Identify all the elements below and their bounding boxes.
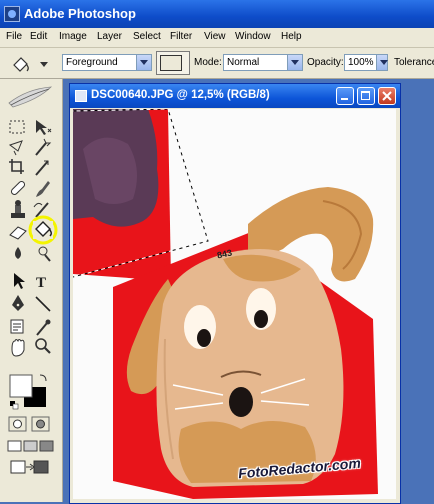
chevron-down-icon [136, 55, 151, 70]
menu-view[interactable]: View [204, 31, 226, 42]
maximize-button[interactable] [357, 87, 375, 105]
toolbox: T [0, 79, 63, 502]
options-bar: Foreground Mode: Normal Opacity: 100% To… [0, 48, 434, 79]
healing-icon[interactable] [10, 180, 26, 196]
notes-icon[interactable] [10, 319, 24, 334]
image-canvas[interactable]: 843 [73, 109, 396, 499]
svg-text:T: T [36, 275, 46, 291]
pattern-picker[interactable] [156, 51, 190, 75]
fill-source-select[interactable]: Foreground [62, 54, 152, 71]
pen-icon[interactable] [12, 295, 24, 311]
opacity-value: 100% [348, 57, 374, 68]
swap-colors-icon[interactable] [39, 374, 47, 382]
opacity-field[interactable]: 100% [344, 54, 388, 71]
fill-source-value: Foreground [66, 57, 118, 68]
chevron-down-icon [376, 55, 388, 70]
mode-value: Normal [227, 57, 260, 68]
slice-icon[interactable] [35, 160, 49, 176]
foreground-color-icon[interactable] [9, 374, 33, 398]
app-titlebar: Adobe Photoshop [0, 0, 434, 28]
paint-bucket-icon[interactable] [28, 215, 58, 245]
document-title: DSC00640.JPG @ 12,5% (RGB/8) [91, 89, 270, 101]
chevron-down-icon [287, 55, 302, 70]
paint-bucket-icon [13, 57, 48, 72]
mode-select[interactable]: Normal [223, 54, 303, 71]
menu-file[interactable]: File [6, 31, 22, 42]
photo-rabbit-toy [73, 109, 396, 499]
screen-mode-icon[interactable] [7, 440, 54, 452]
minimize-icon [341, 98, 348, 100]
document-titlebar[interactable]: DSC00640.JPG @ 12,5% (RGB/8) [70, 84, 400, 108]
magic-wand-icon[interactable] [35, 138, 52, 156]
tool-preset-picker[interactable] [6, 52, 52, 74]
tolerance-label: Tolerance [394, 57, 434, 68]
menu-select[interactable]: Select [133, 31, 161, 42]
hand-icon[interactable] [11, 339, 25, 357]
lasso-icon[interactable] [8, 140, 23, 156]
close-button[interactable] [378, 87, 396, 105]
marquee-icon[interactable] [9, 120, 25, 134]
dodge-icon[interactable] [38, 246, 51, 262]
document-window: DSC00640.JPG @ 12,5% (RGB/8) 843 [69, 83, 401, 504]
menu-bar: File Edit Image Layer Select Filter View… [0, 28, 434, 48]
menu-help[interactable]: Help [281, 31, 302, 42]
app-title: Adobe Photoshop [24, 6, 136, 21]
zoom-icon[interactable] [35, 338, 51, 354]
photoshop-logo-icon [4, 6, 20, 22]
close-icon [382, 91, 392, 101]
menu-window[interactable]: Window [235, 31, 271, 42]
crop-icon[interactable] [9, 159, 24, 174]
brush-icon[interactable] [36, 181, 50, 197]
line-icon[interactable] [35, 296, 51, 312]
menu-image[interactable]: Image [59, 31, 87, 42]
blur-icon[interactable] [15, 247, 21, 259]
quick-mask-icon[interactable] [8, 416, 50, 432]
maximize-icon [361, 91, 370, 100]
eraser-icon[interactable] [9, 226, 27, 240]
eyedropper-icon[interactable] [36, 319, 51, 336]
stamp-icon[interactable] [11, 200, 25, 218]
default-colors-icon[interactable] [10, 401, 19, 410]
minimize-button[interactable] [336, 87, 354, 105]
type-icon[interactable]: T [36, 275, 46, 291]
jump-to-imageready-icon[interactable] [10, 460, 49, 474]
history-brush-icon[interactable] [33, 202, 49, 218]
move-icon[interactable] [36, 120, 52, 135]
menu-edit[interactable]: Edit [30, 31, 47, 42]
mode-label: Mode: [194, 57, 222, 68]
opacity-label: Opacity: [307, 57, 344, 68]
document-icon [75, 90, 87, 102]
menu-filter[interactable]: Filter [170, 31, 192, 42]
tool-grid: T [7, 120, 58, 474]
path-select-icon[interactable] [14, 273, 25, 289]
toolbox-header-feather-icon [3, 81, 57, 113]
menu-layer[interactable]: Layer [97, 31, 122, 42]
